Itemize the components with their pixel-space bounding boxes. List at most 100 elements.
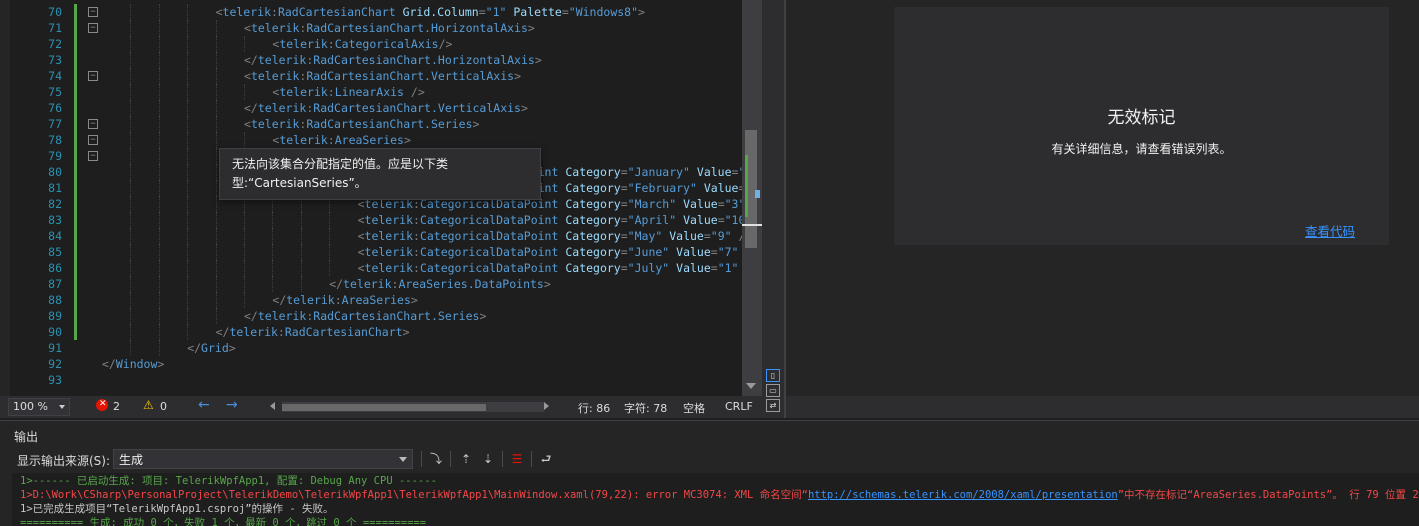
code-line[interactable]: 87 </telerik:AreaSeries.DataPoints> <box>0 276 760 292</box>
zoom-dropdown[interactable]: 100 % <box>8 398 70 416</box>
xaml-code-editor[interactable]: 70− <telerik:RadCartesianChart Grid.Colum… <box>0 0 762 396</box>
code-text[interactable]: <telerik:CategoricalDataPoint Category="… <box>358 212 762 228</box>
code-line[interactable]: 92 </Window> <box>0 356 760 372</box>
swap-panes-icon[interactable]: ⇄ <box>766 399 780 412</box>
indent-guide <box>215 292 217 308</box>
code-text[interactable]: <telerik:RadCartesianChart.VerticalAxis> <box>244 68 521 84</box>
code-text[interactable]: </telerik:RadCartesianChart.Series> <box>244 308 486 324</box>
code-text[interactable]: <telerik:CategoricalDataPoint Category="… <box>358 244 760 260</box>
code-text[interactable]: <telerik:CategoricalDataPoint Category="… <box>358 260 760 276</box>
editor-vertical-scrollbar[interactable] <box>742 0 762 396</box>
namespace-link[interactable]: http://schemas.telerik.com/2008/xaml/pre… <box>808 489 1118 501</box>
code-line[interactable]: 84 <telerik:CategoricalDataPoint Category… <box>0 228 760 244</box>
code-text[interactable]: <telerik:CategoricalAxis/> <box>272 36 452 52</box>
split-horizontal-icon[interactable]: ▭ <box>766 384 780 397</box>
split-vertical-icon[interactable]: ▯ <box>766 369 780 382</box>
collapse-icon[interactable]: − <box>88 151 98 161</box>
code-token: Grid <box>201 341 229 355</box>
code-token: telerik <box>229 325 278 339</box>
indent-guide <box>215 244 217 260</box>
navigate-forward-icon[interactable]: → <box>226 397 238 413</box>
indent-guide <box>158 132 160 148</box>
code-token: < <box>215 5 223 19</box>
code-token: "July" <box>627 261 670 275</box>
code-text[interactable]: </Window> <box>102 356 164 372</box>
code-line[interactable]: 83 <telerik:CategoricalDataPoint Category… <box>0 212 762 228</box>
output-text-area[interactable]: 1>------ 已启动生成: 项目: TelerikWpfApp1, 配置: … <box>12 473 1419 526</box>
view-code-link[interactable]: 查看代码 <box>1305 221 1355 240</box>
indent-guide <box>272 260 274 276</box>
designer-scrollbar[interactable] <box>786 396 1419 418</box>
code-text[interactable]: <telerik:CategoricalDataPoint Category="… <box>358 228 753 244</box>
code-token: > <box>543 277 551 291</box>
scroll-left-arrow-icon[interactable] <box>270 402 275 410</box>
code-text[interactable]: <telerik:RadCartesianChart Grid.Column="… <box>216 4 645 20</box>
indent-guide <box>329 228 331 244</box>
code-line[interactable]: 77 − <telerik:RadCartesianChart.Series> <box>0 116 760 132</box>
code-line[interactable]: 74 − <telerik:RadCartesianChart.VerticalAx… <box>0 68 760 84</box>
code-token: : <box>327 37 335 51</box>
code-line[interactable]: 85 <telerik:CategoricalDataPoint Category… <box>0 244 760 260</box>
xaml-designer-surface[interactable]: 无效标记 有关详细信息，请查看错误列表。 查看代码 <box>784 0 1419 418</box>
line-number: 89 <box>48 309 62 323</box>
collapse-icon[interactable]: − <box>88 119 98 129</box>
collapse-icon[interactable]: − <box>88 23 98 33</box>
scroll-right-arrow-icon[interactable] <box>544 402 549 410</box>
code-text[interactable]: <telerik:RadCartesianChart.HorizontalAxi… <box>244 20 535 36</box>
go-to-source-icon[interactable]: ⤵ <box>427 450 445 468</box>
code-text[interactable]: </Grid> <box>187 340 236 356</box>
next-message-icon[interactable]: ⇣ <box>479 450 497 468</box>
word-wrap-icon[interactable]: ⮐ <box>537 450 555 468</box>
code-line[interactable]: 89 </telerik:RadCartesianChart.Series> <box>0 308 760 324</box>
code-text[interactable]: </telerik:RadCartesianChart.VerticalAxis… <box>244 100 528 116</box>
collapse-icon[interactable]: − <box>88 7 98 17</box>
code-token: "1" <box>485 5 507 19</box>
code-line[interactable]: 70 − <telerik:RadCartesianChart Grid.Colum… <box>0 4 760 20</box>
code-text[interactable]: </telerik:AreaSeries> <box>272 292 417 308</box>
horizontal-scrollbar-thumb[interactable] <box>282 404 486 411</box>
code-line[interactable]: 88 </telerik:AreaSeries> <box>0 292 760 308</box>
code-text[interactable]: </telerik:RadCartesianChart> <box>216 324 410 340</box>
code-text[interactable]: <telerik:RadCartesianChart.Series> <box>244 116 479 132</box>
code-text[interactable]: </telerik:AreaSeries.DataPoints> <box>329 276 551 292</box>
code-text[interactable]: <telerik:LinearAxis /> <box>272 84 424 100</box>
code-line[interactable]: 76 </telerik:RadCartesianChart.VerticalAx… <box>0 100 760 116</box>
code-line[interactable]: 72 <telerik:CategoricalAxis/> <box>0 36 760 52</box>
code-token: : <box>327 133 335 147</box>
clear-all-icon[interactable]: ☰ <box>508 450 526 468</box>
indent-guide <box>130 228 132 244</box>
code-line[interactable]: 73 </telerik:RadCartesianChart.Horizontal… <box>0 52 760 68</box>
cursor-col[interactable]: 字符: 78 <box>624 400 667 416</box>
code-text[interactable]: </telerik:RadCartesianChart.HorizontalAx… <box>244 52 542 68</box>
code-line[interactable]: 90 </telerik:RadCartesianChart> <box>0 324 760 340</box>
collapse-icon[interactable]: − <box>88 71 98 81</box>
code-text[interactable]: <telerik:AreaSeries> <box>272 132 411 148</box>
navigate-back-icon[interactable]: ← <box>198 397 210 413</box>
code-line[interactable]: 75 <telerik:LinearAxis /> <box>0 84 760 100</box>
output-source-select[interactable]: 生成 <box>113 449 413 469</box>
warning-icon[interactable]: ⚠ <box>143 398 154 412</box>
warning-count[interactable]: 0 <box>160 400 167 413</box>
cursor-row[interactable]: 行: 86 <box>578 400 610 416</box>
code-token: RadCartesianChart.VerticalAxis <box>306 69 515 83</box>
indent-guide <box>187 4 189 20</box>
code-token: < <box>244 69 251 83</box>
indent-mode[interactable]: 空格 <box>683 400 705 416</box>
error-count[interactable]: 2 <box>113 400 120 413</box>
code-line[interactable]: 71 − <telerik:RadCartesianChart.Horizontal… <box>0 20 760 36</box>
collapse-icon[interactable]: − <box>88 135 98 145</box>
scrollbar-selection-marker <box>755 190 760 198</box>
previous-message-icon[interactable]: ⇡ <box>457 450 475 468</box>
indent-guide <box>187 180 189 196</box>
code-line[interactable]: 91 </Grid> <box>0 340 760 356</box>
code-token: </ <box>102 357 116 371</box>
code-line[interactable]: 86 <telerik:CategoricalDataPoint Category… <box>0 260 760 276</box>
code-line[interactable]: 93 <box>0 372 760 388</box>
indent-guide <box>244 260 245 276</box>
line-number: 81 <box>48 181 62 195</box>
changed-line-marker <box>74 36 77 52</box>
scroll-down-arrow-icon[interactable] <box>746 383 756 389</box>
code-line[interactable]: 78 − <telerik:AreaSeries> <box>0 132 760 148</box>
line-ending[interactable]: CRLF <box>725 400 753 413</box>
editor-horizontal-scrollbar[interactable] <box>282 402 544 412</box>
